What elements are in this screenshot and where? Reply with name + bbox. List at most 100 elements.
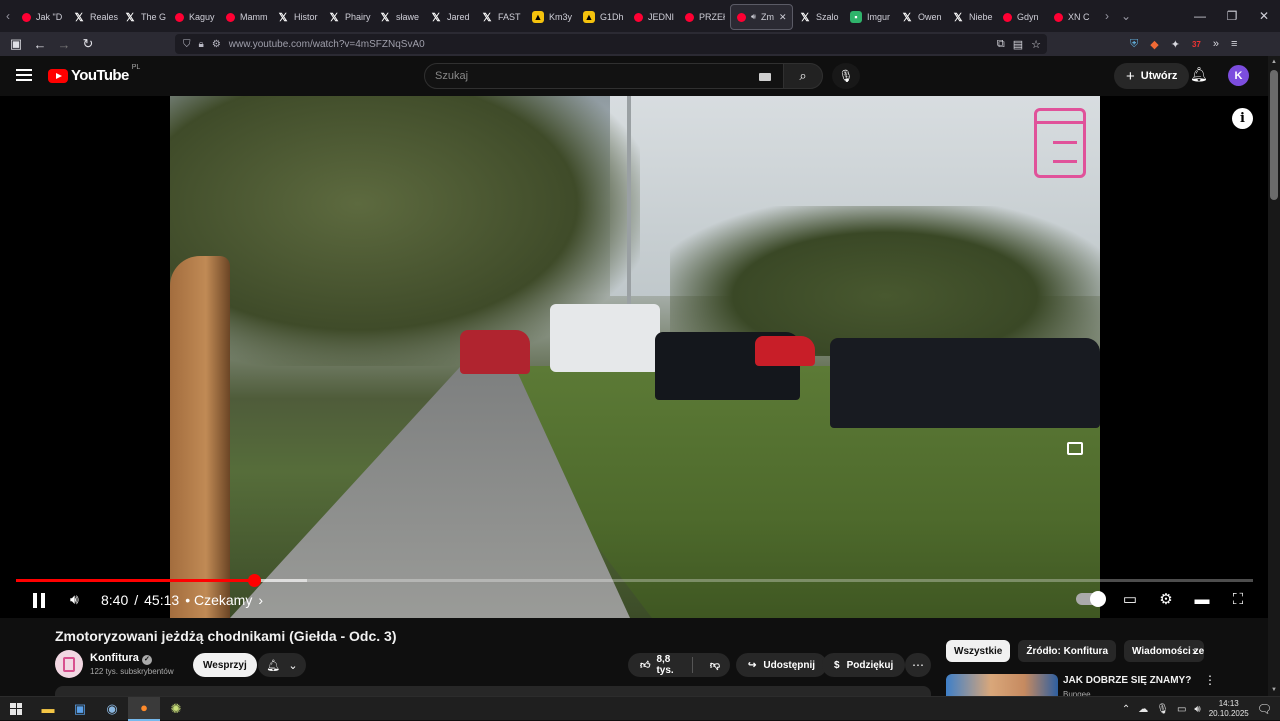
app-menu-icon[interactable]: ≡ [1231,38,1237,50]
recommendation-title[interactable]: JAK DOBRZE SIĘ ZNAMY? [1063,675,1191,686]
file-explorer-icon[interactable]: ▬ [32,697,64,721]
video-frame[interactable] [170,96,1100,618]
permissions-icon[interactable]: ⚙ [212,39,221,50]
sidebar-toggle-icon[interactable]: ▣ [4,32,28,56]
clock[interactable]: 14:13 20.10.2025 [1209,699,1249,719]
account-avatar[interactable]: K [1228,65,1249,86]
close-tab-icon[interactable]: ✕ [779,12,787,23]
browser-tab[interactable]: ▪ Imgur [844,4,895,30]
video-player[interactable]: i 🔊︎ 8:40 / 45:13 • Czekamy › ▭ ⚙ ▬ ⛶ [0,96,1268,618]
voice-search-button[interactable]: 🎙︎ [832,63,860,89]
extensions-puzzle-icon[interactable]: ✦ [1171,38,1180,51]
chip-all[interactable]: Wszystkie [946,640,1011,662]
computer-app-icon[interactable]: ▣ [64,697,96,721]
browser-tab[interactable]: JEDNI [628,4,679,30]
description-box[interactable] [55,686,931,696]
chips-next-icon[interactable]: › [1192,644,1196,658]
address-bar[interactable]: ⛉ 🔒︎ ⚙ www.youtube.com/watch?v=4mSFZNqSv… [175,34,1047,54]
chapter-chevron-icon[interactable]: › [258,592,263,608]
notifications-icon[interactable]: 🗨︎ [1257,702,1272,716]
like-button[interactable]: 👍︎ 8,8 tys. [640,654,675,676]
browser-tab[interactable]: 𝕏 Jared [424,4,475,30]
chapter-title[interactable]: • Czekamy [185,592,252,608]
tracking-protection-icon[interactable]: ⛉ [183,39,191,50]
browser-tab[interactable]: 𝕏 Realest [67,4,118,30]
close-window-icon[interactable]: ✕ [1248,9,1280,23]
miniplayer-icon[interactable] [1067,442,1083,455]
browser-tab[interactable]: Mamm [220,4,271,30]
fox-extension-icon[interactable]: ◆ [1150,38,1158,51]
browser-tab[interactable]: 𝕏 Szalo [793,4,844,30]
search-input[interactable]: Szukaj [424,63,784,89]
microphone-tray-icon[interactable]: 🎙︎ [1156,704,1169,715]
theater-mode-icon[interactable]: ▬ [1192,591,1212,608]
channel-avatar[interactable] [55,650,83,678]
recommendation-thumbnail[interactable] [946,674,1058,696]
forward-icon[interactable]: → [52,32,76,56]
fullscreen-icon[interactable]: ⛶ [1228,591,1248,608]
more-actions-icon[interactable]: ⋯ [905,653,931,677]
steam-icon[interactable]: ◉ [96,697,128,721]
onedrive-icon[interactable]: ☁ [1138,704,1148,715]
url-text[interactable]: www.youtube.com/watch?v=4mSFZNqSvA0 [229,39,425,50]
dislike-button[interactable]: 👎︎ [700,659,730,671]
overflow-menu-icon[interactable]: » [1213,38,1219,50]
support-button[interactable]: Wesprzyj [193,653,257,677]
browser-tab[interactable]: XN C [1048,4,1099,30]
shield-extension-icon[interactable]: ⛨ [1130,38,1138,51]
video-info-icon[interactable]: i [1232,108,1253,129]
reader-view-icon[interactable]: ▤ [1013,38,1023,51]
browser-tab[interactable]: 𝕏 Histor [271,4,322,30]
autoplay-toggle[interactable] [1076,591,1106,607]
minimize-icon[interactable]: — [1184,9,1216,23]
guide-menu-icon[interactable] [16,69,32,81]
bookmark-star-icon[interactable]: ☆ [1031,38,1041,51]
recommendation-menu-icon[interactable]: ⋮ [1204,673,1216,687]
picture-in-picture-icon[interactable]: ⧉ [997,38,1005,51]
browser-tab[interactable]: PRZEł [679,4,730,30]
browser-tab[interactable]: 𝕏 Phairy [322,4,373,30]
list-all-tabs-icon[interactable]: ⌄ [1115,9,1137,23]
volume-icon[interactable]: 🔊︎ [70,591,79,608]
channel-name[interactable]: Konfitura ✓ [90,652,152,665]
tab-scroll-left-icon[interactable]: ‹ [0,9,16,23]
lock-icon[interactable]: 🔒︎ [199,39,204,50]
scroll-down-icon[interactable]: ▼ [1271,687,1277,693]
browser-tab[interactable]: Jak "D [16,4,67,30]
browser-tab[interactable]: 𝕏 Niebe [946,4,997,30]
back-icon[interactable]: ← [28,32,52,56]
browser-tab[interactable]: Gdyn [997,4,1048,30]
keyboard-icon[interactable] [759,73,771,81]
youtube-logo[interactable]: YouTube PL [48,64,140,84]
progress-bar[interactable] [16,574,1253,587]
thanks-button[interactable]: $ Podziękuj [822,653,906,677]
browser-tab[interactable]: 𝕏 FAST [475,4,526,30]
settings-gear-icon[interactable]: ⚙ [1156,590,1176,608]
browser-tab[interactable]: ▲ Km3y [526,4,577,30]
share-button[interactable]: ↪ Udostępnij [736,653,828,677]
pause-icon[interactable] [33,593,46,608]
tab-audio-icon[interactable]: 🔊︎ [751,12,756,22]
chip-from-channel[interactable]: Źródło: Konfitura [1018,640,1117,662]
scroll-up-icon[interactable]: ▲ [1271,59,1277,65]
browser-tab[interactable]: 𝕏 Owen [895,4,946,30]
browser-tab[interactable]: Kaguy [169,4,220,30]
search-button[interactable]: ⌕ [783,63,823,89]
badge-extension-icon[interactable]: 37 [1192,40,1201,49]
restore-icon[interactable]: ❐ [1216,9,1248,23]
page-scrollbar[interactable]: ▲ ▼ [1268,56,1280,696]
create-button[interactable]: + Utwórz [1114,63,1190,89]
network-icon[interactable]: ▭ [1177,704,1186,715]
tray-expand-icon[interactable]: ⌃ [1122,704,1130,715]
browser-tab[interactable]: ▲ G1Dh [577,4,628,30]
browser-tab[interactable]: 𝕏sławe [373,4,424,30]
browser-tab[interactable]: 🔊︎ Zm ✕ [730,4,793,30]
browser-tab[interactable]: 𝕏 The G [118,4,169,30]
app-icon[interactable]: ✺ [160,697,192,721]
notifications-bell-icon[interactable]: 🔔︎ [1190,66,1208,83]
start-windows-icon[interactable] [0,697,32,721]
scrollbar-thumb[interactable] [1270,70,1278,200]
reload-icon[interactable]: ↻ [76,32,100,56]
subscription-bell-button[interactable]: 🔔︎ ⌄ [258,653,306,677]
subtitles-icon[interactable]: ▭ [1120,590,1140,608]
